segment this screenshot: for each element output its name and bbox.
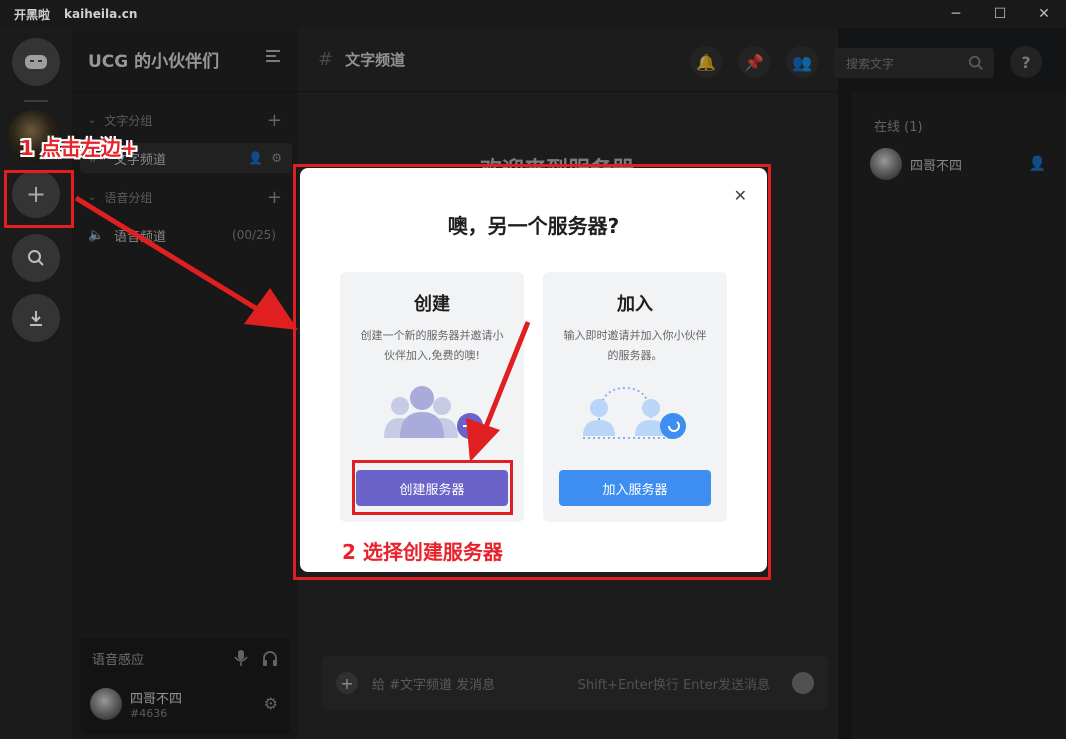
search-icon — [28, 250, 44, 266]
maximize-button[interactable]: ☐ — [978, 0, 1022, 28]
annotation-step2: 2 选择创建服务器 — [342, 540, 503, 564]
annotation-step1: 1 点击左边+ — [20, 136, 138, 160]
minimize-button[interactable]: ─ — [934, 0, 978, 28]
close-window-button[interactable]: ✕ — [1022, 0, 1066, 28]
explore-button[interactable] — [12, 234, 60, 282]
rail-divider — [24, 100, 48, 102]
download-icon — [30, 311, 42, 326]
title-bar: 开黑啦 kaiheila.cn ─ ☐ ✕ — [0, 0, 1066, 28]
gamepad-icon — [25, 55, 47, 69]
annotation-box-add — [4, 170, 74, 228]
home-button[interactable] — [12, 38, 60, 86]
app-name: 开黑啦 — [14, 7, 51, 22]
download-button[interactable] — [12, 294, 60, 342]
annotation-box-create — [352, 460, 513, 515]
app-url: kaiheila.cn — [64, 7, 138, 21]
annotation-box-modal — [293, 164, 771, 580]
